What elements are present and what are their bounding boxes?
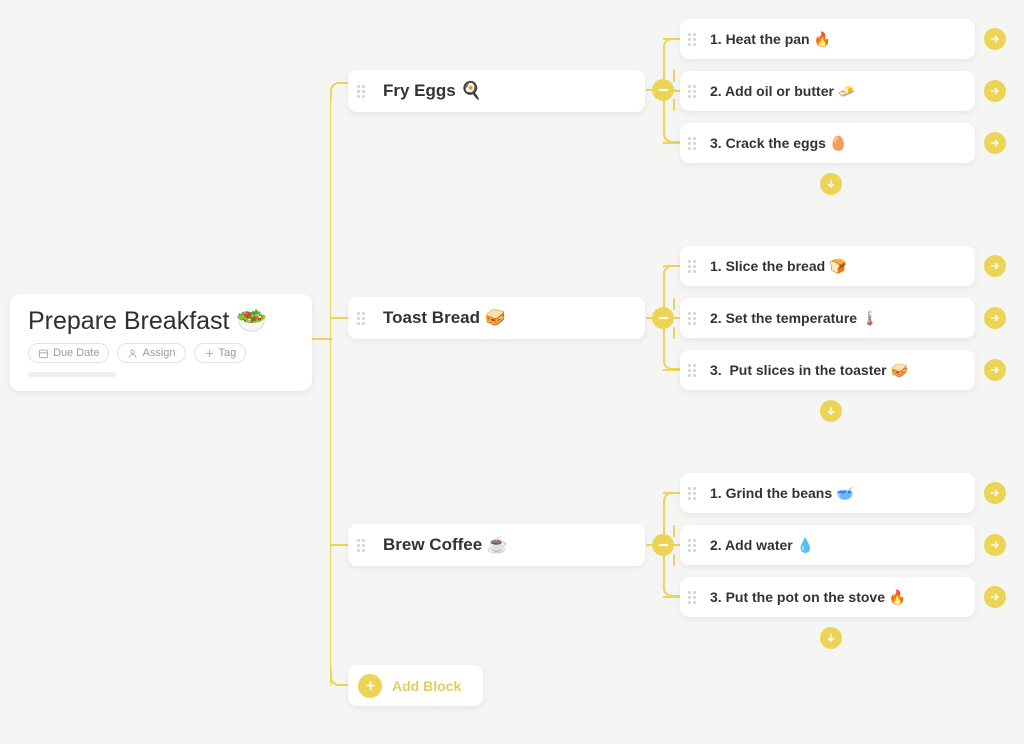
trunk-corner-top — [330, 82, 348, 98]
drag-handle-icon[interactable] — [688, 364, 696, 377]
arrow-right-icon[interactable] — [984, 534, 1006, 556]
leaf-node[interactable]: 3. Put slices in the toaster 🥪 — [680, 350, 975, 390]
leaf-label: 3. Crack the eggs 🥚 — [710, 135, 847, 152]
minus-icon — [659, 89, 668, 91]
leaf-node[interactable]: 3. Crack the eggs 🥚 — [680, 123, 975, 163]
root-trunk-line — [330, 90, 331, 686]
arrow-right-icon[interactable] — [984, 80, 1006, 102]
leaf-label: 1. Heat the pan 🔥 — [710, 31, 831, 48]
drag-handle-icon[interactable] — [688, 591, 696, 604]
drag-handle-icon[interactable] — [688, 487, 696, 500]
collapse-tick-toast-bot — [673, 327, 675, 339]
branch-label: Brew Coffee ☕ — [383, 535, 508, 555]
collapse-button-toast-bread[interactable] — [652, 307, 674, 329]
due-date-pill[interactable]: Due Date — [28, 343, 109, 363]
drag-handle-icon[interactable] — [688, 260, 696, 273]
branch-node-fry-eggs[interactable]: Fry Eggs 🍳 — [348, 70, 645, 112]
branch-stub-brew — [330, 544, 350, 546]
leaf-label: 2. Add oil or butter 🧈 — [710, 83, 855, 100]
trunk-corner-bottom — [330, 670, 348, 686]
collapse-button-brew-coffee[interactable] — [652, 534, 674, 556]
show-more-button-fry-eggs[interactable] — [820, 173, 842, 195]
minus-icon — [659, 317, 668, 319]
collapse-button-fry-eggs[interactable] — [652, 79, 674, 101]
leaf-label: 2. Set the temperature 🌡️ — [710, 310, 878, 327]
person-icon — [127, 348, 138, 359]
collapse-tick-toast-top — [673, 298, 675, 310]
drag-handle-icon[interactable] — [357, 85, 365, 98]
branch-node-toast-bread[interactable]: Toast Bread 🥪 — [348, 297, 645, 339]
arrow-right-icon[interactable] — [984, 586, 1006, 608]
leaf-label: 3. Put the pot on the stove 🔥 — [710, 589, 906, 606]
root-meta-pills: Due Date Assign Tag — [28, 343, 294, 363]
due-date-pill-label: Due Date — [53, 347, 99, 359]
drag-handle-icon[interactable] — [688, 312, 696, 325]
branch-node-brew-coffee[interactable]: Brew Coffee ☕ — [348, 524, 645, 566]
branch-label: Fry Eggs 🍳 — [383, 81, 482, 101]
collapse-tick-brew-top — [673, 525, 675, 537]
root-placeholder-bar — [28, 372, 116, 377]
leaf-node[interactable]: 2. Set the temperature 🌡️ — [680, 298, 975, 338]
show-more-button-toast-bread[interactable] — [820, 400, 842, 422]
leaf-label: 1. Slice the bread 🍞 — [710, 258, 846, 275]
add-block-label: Add Block — [392, 678, 461, 694]
show-more-button-brew-coffee[interactable] — [820, 627, 842, 649]
branch-stub-toast — [330, 317, 350, 319]
assign-pill[interactable]: Assign — [117, 343, 185, 363]
leaf-node[interactable]: 1. Grind the beans 🥣 — [680, 473, 975, 513]
arrow-right-icon[interactable] — [984, 359, 1006, 381]
root-stub-line — [312, 338, 332, 340]
assign-pill-label: Assign — [142, 347, 175, 359]
root-node[interactable]: Prepare Breakfast 🥗 Due Date — [10, 294, 312, 391]
tag-pill-label: Tag — [219, 347, 237, 359]
leaf-node[interactable]: 1. Slice the bread 🍞 — [680, 246, 975, 286]
leaf-node[interactable]: 2. Add water 💧 — [680, 525, 975, 565]
drag-handle-icon[interactable] — [357, 539, 365, 552]
arrow-right-icon[interactable] — [984, 307, 1006, 329]
drag-handle-icon[interactable] — [688, 85, 696, 98]
arrow-right-icon[interactable] — [984, 132, 1006, 154]
plus-icon — [358, 674, 382, 698]
drag-handle-icon[interactable] — [357, 312, 365, 325]
plus-icon — [204, 348, 215, 359]
branch-label: Toast Bread 🥪 — [383, 308, 506, 328]
collapse-tick-fry-top — [673, 70, 675, 82]
drag-handle-icon[interactable] — [688, 539, 696, 552]
leaf-node[interactable]: 1. Heat the pan 🔥 — [680, 19, 975, 59]
leaf-label: 3. Put slices in the toaster 🥪 — [710, 362, 908, 379]
leaf-node[interactable]: 2. Add oil or butter 🧈 — [680, 71, 975, 111]
add-block-button[interactable]: Add Block — [348, 665, 483, 706]
drag-handle-icon[interactable] — [688, 137, 696, 150]
calendar-icon — [38, 348, 49, 359]
page-title: Prepare Breakfast 🥗 — [28, 306, 294, 336]
tag-pill[interactable]: Tag — [194, 343, 247, 363]
minus-icon — [659, 544, 668, 546]
leaf-label: 2. Add water 💧 — [710, 537, 814, 554]
collapse-tick-brew-bot — [673, 554, 675, 566]
leaf-label: 1. Grind the beans 🥣 — [710, 485, 853, 502]
arrow-right-icon[interactable] — [984, 255, 1006, 277]
mindmap-canvas: Prepare Breakfast 🥗 Due Date — [0, 0, 1024, 744]
leaf-node[interactable]: 3. Put the pot on the stove 🔥 — [680, 577, 975, 617]
collapse-tick-fry-bot — [673, 99, 675, 111]
arrow-right-icon[interactable] — [984, 482, 1006, 504]
drag-handle-icon[interactable] — [688, 33, 696, 46]
arrow-right-icon[interactable] — [984, 28, 1006, 50]
